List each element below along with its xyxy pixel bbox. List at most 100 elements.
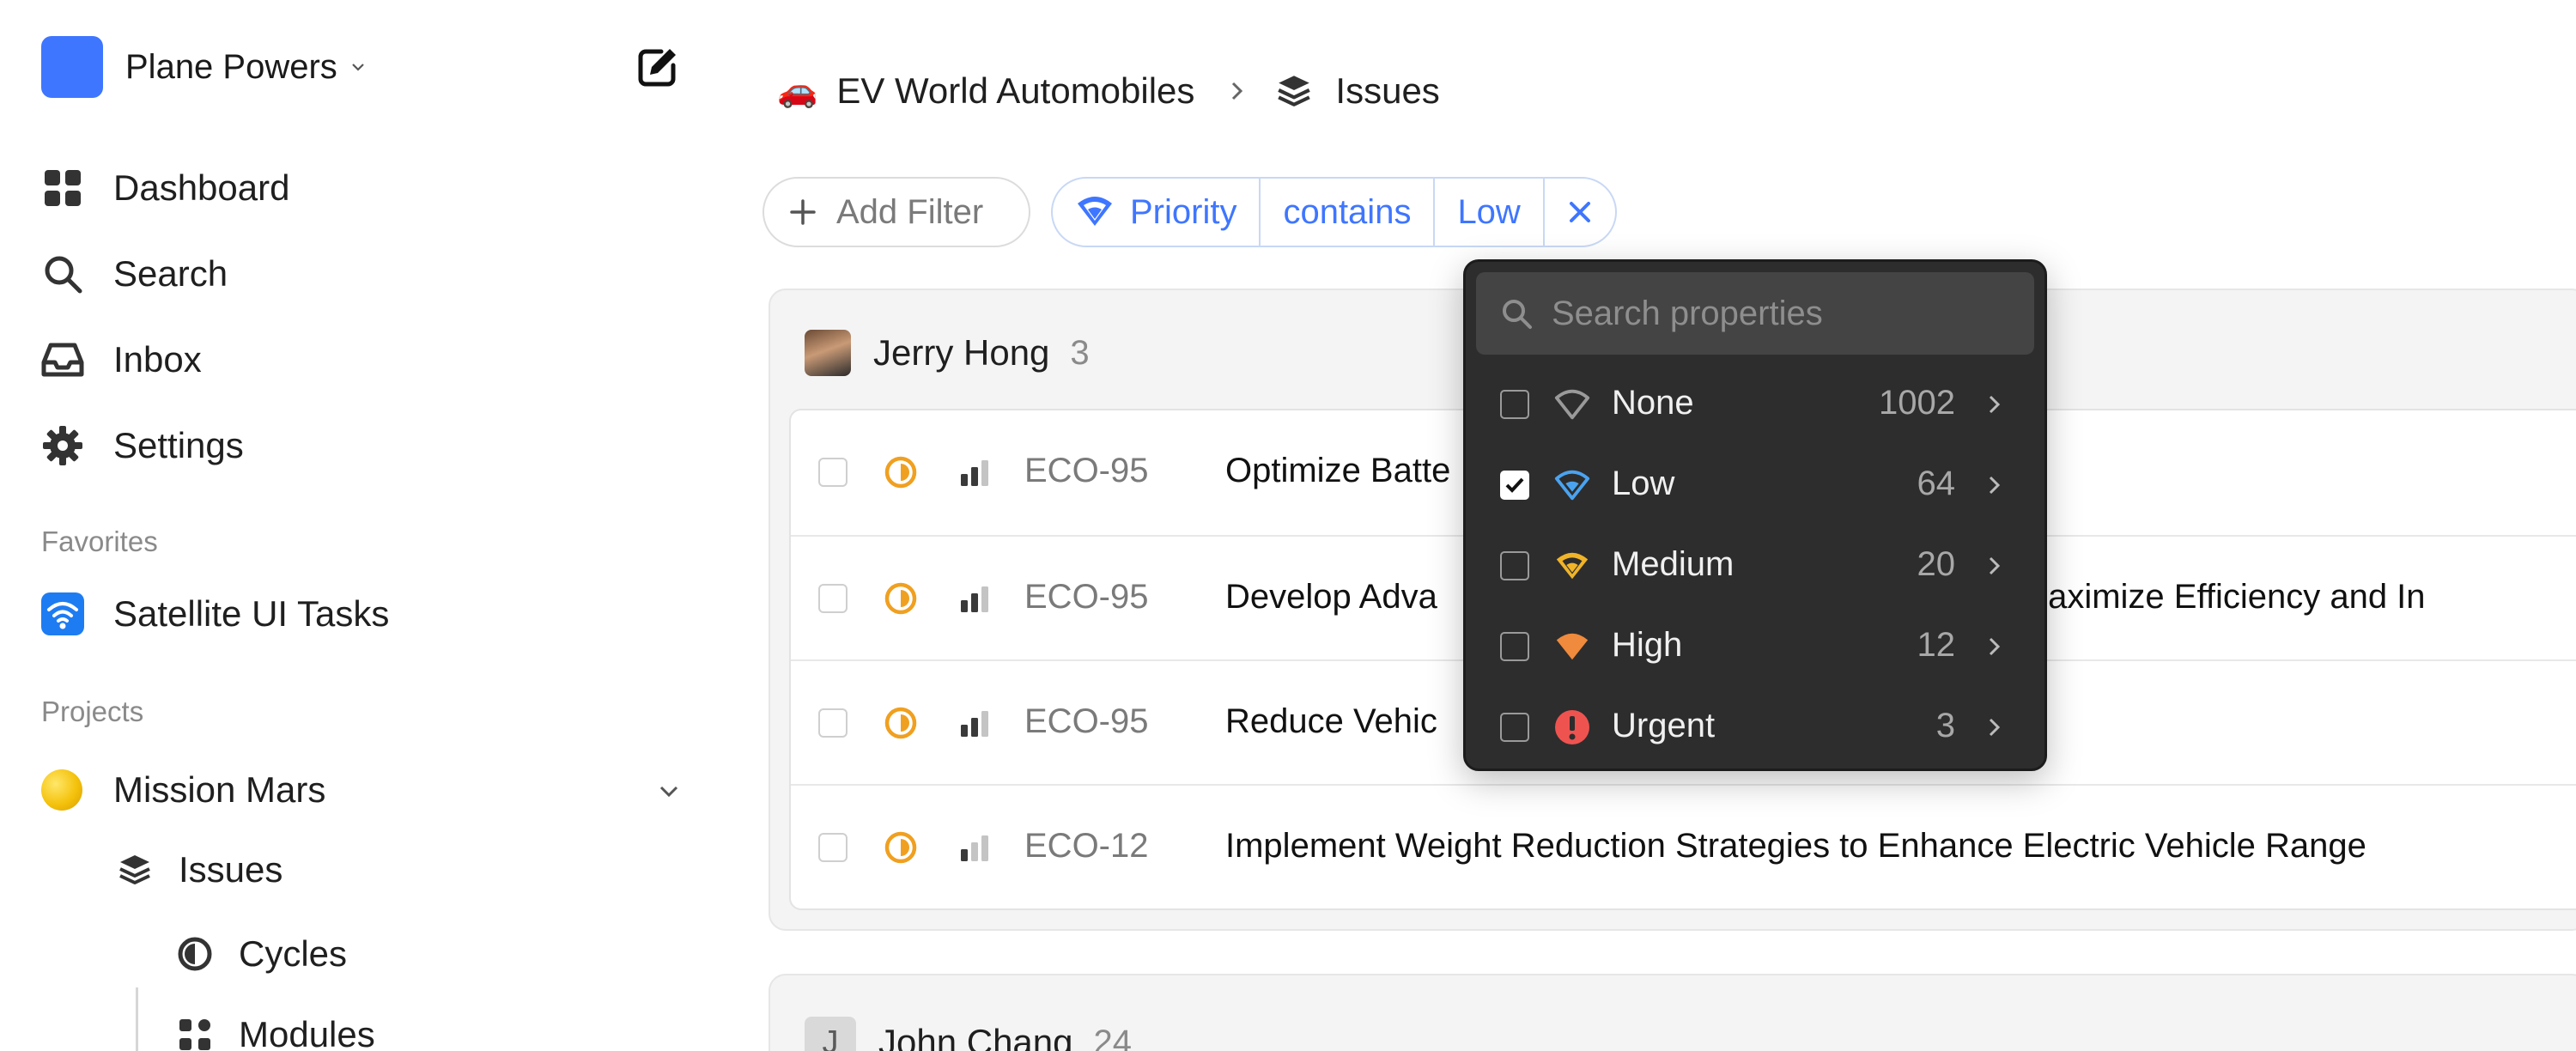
nav-label: Inbox xyxy=(113,339,202,380)
project-modules-label: Modules xyxy=(239,1014,375,1051)
priority-bars-icon[interactable] xyxy=(959,585,990,612)
project-issues[interactable]: Issues xyxy=(117,841,283,898)
project-cycles-label: Cycles xyxy=(239,933,348,974)
row-checkbox[interactable] xyxy=(818,584,848,613)
workspace-logo xyxy=(41,36,103,98)
group-header[interactable]: Jerry Hong 3 xyxy=(805,330,1090,376)
filter-value[interactable]: Low xyxy=(1433,179,1542,246)
chevron-right-icon[interactable] xyxy=(1983,473,2007,497)
project-mission-mars[interactable]: Mission Mars xyxy=(41,760,681,820)
wifi-icon xyxy=(41,592,84,635)
priority-none-icon xyxy=(1554,389,1590,420)
filter-property-label: Priority xyxy=(1130,192,1237,231)
chevron-right-icon xyxy=(1232,82,1243,100)
avatar xyxy=(805,330,851,376)
option-count: 12 xyxy=(1917,626,1956,664)
compose-icon[interactable] xyxy=(635,45,680,89)
in-progress-state-icon[interactable] xyxy=(884,706,918,740)
priority-bars-icon[interactable] xyxy=(959,709,990,737)
table-row[interactable]: ECO-12 Implement Weight Reduction Strate… xyxy=(791,784,2576,908)
in-progress-state-icon[interactable] xyxy=(884,455,918,489)
option-urgent[interactable]: Urgent 3 xyxy=(1466,688,2044,767)
option-label: Medium xyxy=(1612,545,1735,583)
filter-property[interactable]: Priority xyxy=(1053,179,1259,246)
priority-medium-icon xyxy=(1556,552,1589,580)
check-icon xyxy=(1505,477,1524,493)
gear-icon xyxy=(41,424,84,467)
nav-dashboard[interactable]: Dashboard xyxy=(41,158,289,218)
layers-icon xyxy=(1278,76,1311,106)
favorite-satellite-ui-tasks[interactable]: Satellite UI Tasks xyxy=(41,584,389,644)
issue-key: ECO-12 xyxy=(1024,827,1149,865)
inbox-icon xyxy=(41,338,84,381)
nav-label: Dashboard xyxy=(113,167,290,208)
option-checkbox[interactable] xyxy=(1500,713,1529,742)
search-icon xyxy=(1503,300,1532,329)
priority-high-icon xyxy=(1556,633,1589,660)
breadcrumb-project[interactable]: EV World Automobiles xyxy=(836,70,1194,112)
chevron-right-icon[interactable] xyxy=(1983,715,2007,739)
chevron-down-icon[interactable] xyxy=(657,779,681,803)
option-count: 3 xyxy=(1935,707,1955,744)
avatar: J xyxy=(805,1017,856,1051)
project-modules[interactable]: Modules xyxy=(177,1006,375,1051)
option-low[interactable]: Low 64 xyxy=(1466,446,2044,525)
row-checkbox[interactable] xyxy=(818,833,848,862)
favorites-title: Favorites xyxy=(41,526,158,557)
grid-icon xyxy=(41,167,84,210)
option-checkbox[interactable] xyxy=(1500,632,1529,661)
project-issues-label: Issues xyxy=(179,849,283,890)
issue-key: ECO-95 xyxy=(1024,452,1149,489)
option-label: None xyxy=(1612,384,1694,422)
project-cycles[interactable]: Cycles xyxy=(177,926,347,982)
in-progress-state-icon[interactable] xyxy=(884,830,918,865)
planet-emoji-icon xyxy=(41,769,82,811)
group-count: 3 xyxy=(1070,333,1090,372)
close-icon xyxy=(1569,202,1590,222)
project-label: Mission Mars xyxy=(113,769,326,810)
chevron-right-icon[interactable] xyxy=(1983,392,2007,416)
option-checkbox[interactable] xyxy=(1500,551,1529,580)
plus-icon xyxy=(790,199,816,225)
breadcrumb: 🚗 EV World Automobiles Issues xyxy=(777,65,1440,117)
favorite-label: Satellite UI Tasks xyxy=(113,593,390,634)
priority-low-icon xyxy=(1554,470,1590,501)
modules-icon xyxy=(179,1019,210,1050)
nav-inbox[interactable]: Inbox xyxy=(41,330,202,390)
active-filter-chip: Priority contains Low xyxy=(1051,177,1617,247)
chevron-right-icon[interactable] xyxy=(1983,554,2007,578)
group-name: Jerry Hong xyxy=(873,332,1050,373)
priority-bars-icon[interactable] xyxy=(959,834,990,861)
chevron-right-icon[interactable] xyxy=(1983,635,2007,659)
priority-bars-icon[interactable] xyxy=(959,459,990,486)
issue-key: ECO-95 xyxy=(1024,702,1149,740)
nav-label: Search xyxy=(113,253,228,294)
issue-key: ECO-95 xyxy=(1024,578,1149,616)
option-label: High xyxy=(1612,626,1683,664)
nav-search[interactable]: Search xyxy=(41,244,228,304)
priority-options-dropdown: None 1002 Low 64 Medium 20 High 12 Urgen… xyxy=(1463,259,2047,771)
option-count: 1002 xyxy=(1879,384,1955,422)
in-progress-state-icon[interactable] xyxy=(884,581,918,616)
issue-title[interactable]: Optimize Batte xyxy=(1225,452,1450,490)
nav-settings[interactable]: Settings xyxy=(41,416,244,476)
workspace-switcher[interactable]: Plane Powers xyxy=(41,36,367,98)
add-filter-button[interactable]: Add Filter xyxy=(762,177,1030,247)
issue-group-john-chang: J John Chang 24 xyxy=(769,974,2576,1051)
option-medium[interactable]: Medium 20 xyxy=(1466,526,2044,605)
row-checkbox[interactable] xyxy=(818,458,848,487)
option-high[interactable]: High 12 xyxy=(1466,607,2044,686)
issue-title[interactable]: Reduce Vehic xyxy=(1225,702,1437,741)
option-label: Urgent xyxy=(1612,707,1716,744)
remove-filter-button[interactable] xyxy=(1542,179,1615,246)
issue-title[interactable]: Implement Weight Reduction Strategies to… xyxy=(1225,827,2366,866)
row-checkbox[interactable] xyxy=(818,708,848,738)
option-none[interactable]: None 1002 xyxy=(1466,365,2044,444)
option-checkbox[interactable] xyxy=(1500,390,1529,419)
group-name: John Chang xyxy=(878,1022,1073,1051)
dropdown-search[interactable] xyxy=(1476,272,2034,355)
search-properties-input[interactable] xyxy=(1552,294,2032,333)
option-checkbox[interactable] xyxy=(1500,471,1529,500)
filter-operator[interactable]: contains xyxy=(1259,179,1433,246)
group-header[interactable]: J John Chang 24 xyxy=(805,1017,1132,1051)
